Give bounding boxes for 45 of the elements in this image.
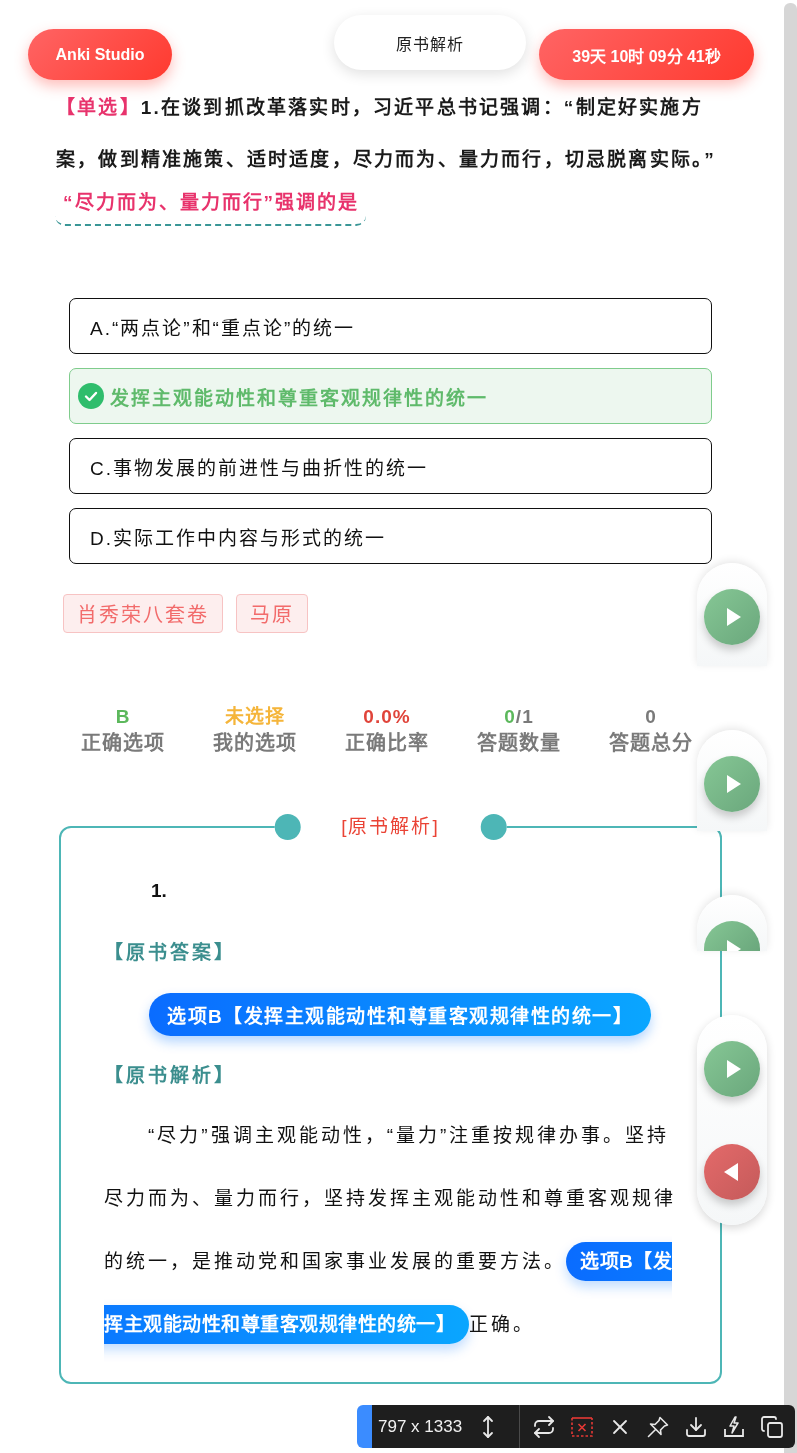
download-icon[interactable] xyxy=(684,1414,709,1439)
stat-label: 答题数量 xyxy=(477,731,561,756)
copy-icon[interactable] xyxy=(760,1414,785,1439)
play-button[interactable] xyxy=(704,756,760,812)
stat-label: 我的选项 xyxy=(213,731,297,756)
stat-value: 未选择 xyxy=(225,705,285,729)
question-number: 1. xyxy=(150,879,167,903)
back-button[interactable] xyxy=(704,1144,760,1200)
stat-value: 0.0% xyxy=(363,705,411,729)
play-button[interactable] xyxy=(704,921,760,951)
explanation-heading: 【原书解析】 xyxy=(104,1064,236,1088)
play-button[interactable] xyxy=(704,589,760,645)
page-title: 原书解析 xyxy=(334,15,526,70)
tag: 马原 xyxy=(236,594,308,633)
dashed-box-x-icon[interactable] xyxy=(570,1414,595,1439)
question-text: 【单选】1.在谈到抓改革落实时，习近平总书记强调：“制定好实施方案，做到精准施策、适时适度，尽力而为、量力而行，切忌脱离实际。” xyxy=(56,96,717,172)
play-icon xyxy=(726,940,741,951)
answer-pill: 选项B【发挥主观能动性和尊重客观规律性的统一】 xyxy=(149,993,652,1036)
stat-label: 正确比率 xyxy=(345,731,429,756)
pin-icon[interactable] xyxy=(646,1414,671,1439)
play-icon xyxy=(726,1060,741,1078)
stat-value: 0 xyxy=(645,705,657,729)
explanation-paragraph: “尽力”强调主观能动性，“量力”注重按规律办事。坚持尽力而为、量力而行，坚持发挥主观能动性和尊重客观规律的统一，是推动党和国家事业发展的重要方法。 选项B【发挥主观能动性和尊重客观规律性的统一】 正确。 xyxy=(104,1104,684,1356)
stat-label: 答题总分 xyxy=(609,731,693,756)
brand-badge: Anki Studio xyxy=(28,29,172,80)
answer-option[interactable]: A.“两点论”和“重点论”的统一 xyxy=(69,298,712,354)
stat-value: 0/1 xyxy=(504,705,534,729)
question-prompt: “尽力而为、量力而行”强调的是 xyxy=(55,186,366,226)
scrollbar[interactable] xyxy=(784,3,797,1453)
repeat-icon[interactable] xyxy=(532,1414,557,1439)
section-title: [原书解析] xyxy=(341,815,440,839)
answer-option[interactable]: C.事物发展的前进性与曲折性的统一 xyxy=(69,438,712,494)
stat-label: 正确选项 xyxy=(81,731,165,756)
answer-option[interactable]: D.实际工作中内容与形式的统一 xyxy=(69,508,712,564)
play-icon xyxy=(726,608,741,626)
countdown-badge: 39天 10时 09分 41秒 xyxy=(539,29,754,80)
lightning-tray-icon[interactable] xyxy=(722,1414,747,1439)
tag: 肖秀荣八套卷 xyxy=(63,594,223,633)
play-icon xyxy=(726,775,741,793)
back-icon xyxy=(723,1163,738,1181)
check-circle-icon xyxy=(78,383,104,409)
size-text: 797 x 1333 xyxy=(378,1416,463,1437)
stat-value: B xyxy=(115,705,131,729)
answer-heading: 【原书答案】 xyxy=(104,940,236,965)
play-button[interactable] xyxy=(704,1041,760,1097)
